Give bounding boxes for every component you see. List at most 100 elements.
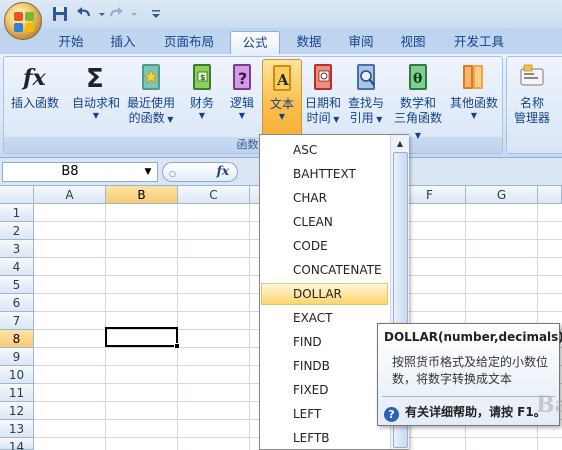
svg-text:fx: fx bbox=[21, 65, 46, 91]
scroll-up-icon[interactable]: ▲ bbox=[393, 137, 407, 151]
calendar-book-icon bbox=[308, 61, 338, 93]
function-item[interactable]: LEFTB bbox=[261, 427, 388, 449]
function-item[interactable]: CLEAN bbox=[261, 211, 388, 233]
row-header[interactable]: 13 bbox=[0, 420, 34, 438]
chevron-down-icon: ▼ bbox=[373, 115, 383, 124]
svg-text:?: ? bbox=[238, 69, 247, 88]
star-book-icon bbox=[136, 61, 166, 93]
tab-developer[interactable]: 开发工具 bbox=[446, 31, 512, 54]
column-header[interactable]: B bbox=[106, 186, 178, 204]
row-header[interactable]: 9 bbox=[0, 348, 34, 366]
chevron-down-icon: ▼ bbox=[330, 115, 340, 124]
text-functions-button[interactable]: A 文本 ▼ bbox=[262, 59, 302, 137]
math-trig-button[interactable]: θ 数学和 三角函数 ▼ bbox=[390, 61, 446, 140]
row-header[interactable]: 11 bbox=[0, 384, 34, 402]
row-header[interactable]: 12 bbox=[0, 402, 34, 420]
ribbon-tabs: 开始 插入 页面布局 公式 数据 审阅 视图 开发工具 bbox=[0, 28, 562, 54]
tab-insert[interactable]: 插入 bbox=[100, 31, 146, 54]
function-item-highlighted[interactable]: DOLLAR bbox=[261, 283, 388, 305]
office-button[interactable] bbox=[4, 2, 42, 40]
autosum-button[interactable]: Σ 自动求和 ▼ bbox=[68, 61, 124, 135]
function-item[interactable]: EXACT bbox=[261, 307, 388, 329]
text-book-icon: A bbox=[267, 62, 297, 94]
tooltip-help: ? 有关详细帮助，请按 F1。 bbox=[384, 403, 546, 422]
fx-button[interactable]: fx bbox=[217, 164, 229, 178]
function-item[interactable]: BAHTTEXT bbox=[261, 163, 388, 185]
financial-button[interactable]: $ 财务 ▼ bbox=[182, 61, 222, 135]
column-header[interactable]: C bbox=[178, 186, 250, 204]
chevron-down-icon: ▼ bbox=[238, 111, 246, 120]
save-icon[interactable] bbox=[50, 4, 70, 24]
row-header[interactable]: 6 bbox=[0, 294, 34, 312]
undo-dropdown-icon[interactable] bbox=[92, 4, 105, 24]
select-all-corner[interactable] bbox=[0, 186, 34, 204]
chevron-down-icon: ▼ bbox=[198, 111, 206, 120]
chevron-down-icon: ▼ bbox=[92, 111, 100, 120]
redo-dropdown-icon[interactable] bbox=[124, 4, 137, 24]
name-tag-icon bbox=[517, 61, 547, 93]
defined-names-group: 名称 管理器 bbox=[506, 56, 562, 154]
money-book-icon: $ bbox=[187, 61, 217, 93]
tab-review[interactable]: 审阅 bbox=[338, 31, 384, 54]
row-header[interactable]: 14 bbox=[0, 438, 34, 450]
question-book-icon: ? bbox=[227, 61, 257, 93]
theta-book-icon: θ bbox=[403, 61, 433, 93]
redo-icon[interactable] bbox=[106, 4, 126, 24]
tooltip-description: 按照货币格式及给定的小数位数，将数字转换成文本 bbox=[392, 355, 549, 386]
insert-function-pill: ○ fx bbox=[162, 162, 238, 182]
row-header[interactable]: 8 bbox=[0, 330, 34, 348]
lookup-reference-button[interactable]: 查找与 引用 ▼ bbox=[344, 61, 388, 135]
row-header[interactable]: 2 bbox=[0, 222, 34, 240]
undo-icon[interactable] bbox=[74, 4, 94, 24]
svg-text:$: $ bbox=[200, 73, 206, 82]
function-item[interactable]: LEFT bbox=[261, 403, 388, 425]
customize-toolbar-icon[interactable] bbox=[146, 4, 160, 24]
row-header[interactable]: 5 bbox=[0, 276, 34, 294]
sigma-icon: Σ bbox=[81, 61, 111, 94]
tab-data[interactable]: 数据 bbox=[286, 31, 332, 54]
tab-formulas[interactable]: 公式 bbox=[230, 31, 280, 54]
date-time-button[interactable]: 日期和 时间 ▼ bbox=[302, 61, 344, 135]
tooltip-divider bbox=[382, 396, 555, 397]
name-manager-button[interactable]: 名称 管理器 bbox=[509, 61, 555, 135]
column-header-partial[interactable] bbox=[538, 186, 562, 204]
chevron-down-icon[interactable]: ▼ bbox=[141, 163, 155, 181]
name-box-value: B8 bbox=[61, 164, 79, 179]
column-header[interactable]: G bbox=[466, 186, 538, 204]
name-box[interactable]: B8 ▼ bbox=[2, 162, 158, 182]
books-icon bbox=[459, 61, 489, 93]
column-header[interactable]: A bbox=[34, 186, 106, 204]
recent-functions-button[interactable]: 最近使用 的函数 ▼ bbox=[124, 61, 178, 135]
tab-view[interactable]: 视图 bbox=[390, 31, 436, 54]
function-item[interactable]: FINDB bbox=[261, 355, 388, 377]
svg-text:θ: θ bbox=[413, 71, 422, 87]
row-header[interactable]: 4 bbox=[0, 258, 34, 276]
svg-text:A: A bbox=[276, 71, 289, 89]
grip-icon[interactable]: ○ bbox=[169, 169, 176, 178]
function-library-group: 函数库 fx 插入函数 Σ 自动求和 ▼ 最近使用 的函数 ▼ $ 财务 ▼ ?… bbox=[3, 56, 503, 154]
function-item[interactable]: ASC bbox=[261, 139, 388, 161]
function-item[interactable]: FIND bbox=[261, 331, 388, 353]
more-functions-button[interactable]: 其他函数 ▼ bbox=[446, 61, 502, 135]
fill-handle[interactable] bbox=[174, 343, 180, 349]
function-item[interactable]: FIXED bbox=[261, 379, 388, 401]
watermark: Ba bbox=[536, 392, 562, 418]
chevron-down-icon: ▼ bbox=[164, 115, 174, 124]
function-item[interactable]: CHAR bbox=[261, 187, 388, 209]
chevron-down-icon: ▼ bbox=[414, 131, 422, 140]
function-item[interactable]: CODE bbox=[261, 235, 388, 257]
function-item[interactable]: CONCATENATE bbox=[261, 259, 388, 281]
chevron-down-icon: ▼ bbox=[278, 112, 286, 121]
active-cell-b8[interactable] bbox=[105, 327, 178, 347]
tab-page-layout[interactable]: 页面布局 bbox=[156, 31, 222, 54]
tab-home[interactable]: 开始 bbox=[48, 31, 94, 54]
row-header[interactable]: 10 bbox=[0, 366, 34, 384]
logical-button[interactable]: ? 逻辑 ▼ bbox=[222, 61, 262, 135]
row-header[interactable]: 1 bbox=[0, 204, 34, 222]
title-bar bbox=[0, 0, 562, 28]
svg-text:Σ: Σ bbox=[86, 64, 104, 93]
tooltip-title: DOLLAR(number,decimals) bbox=[384, 330, 562, 344]
row-header[interactable]: 3 bbox=[0, 240, 34, 258]
insert-function-button[interactable]: fx 插入函数 bbox=[7, 61, 63, 135]
row-header[interactable]: 7 bbox=[0, 312, 34, 330]
